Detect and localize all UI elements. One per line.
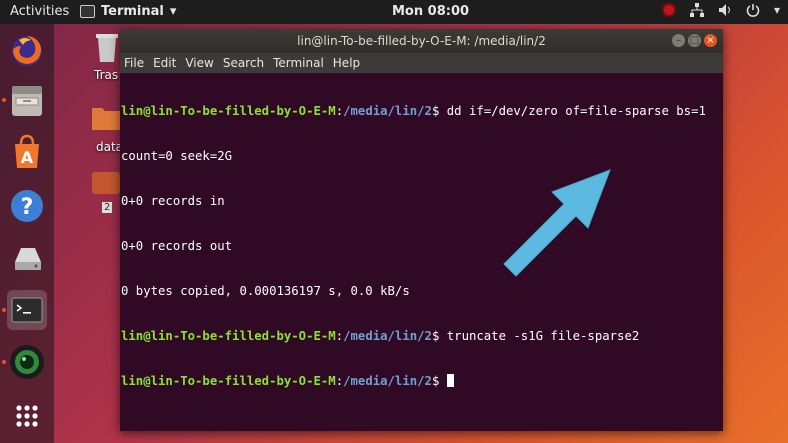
prompt-user: lin@lin-To-be-filled-by-O-E-M [121, 329, 336, 343]
system-tray[interactable]: ▾ [661, 3, 780, 17]
terminal-mini-icon [80, 5, 95, 18]
svg-text:A: A [21, 148, 34, 167]
terminal-line: 0+0 records out [121, 239, 721, 254]
running-indicator [2, 308, 6, 312]
chevron-down-icon: ▾ [169, 4, 177, 19]
command-text: dd if=/dev/zero of=file-sparse bs=1 [446, 104, 706, 118]
count-badge: 2 [102, 202, 113, 213]
close-button[interactable]: × [704, 34, 717, 47]
output-text: 0 bytes copied, 0.000136197 s, 0.0 kB/s [121, 284, 410, 298]
software-icon[interactable]: A [7, 132, 47, 172]
drive-desktop-icon[interactable]: 2 [90, 168, 122, 213]
command-continuation: count=0 seek=2G [121, 149, 233, 163]
window-title: lin@lin-To-be-filled-by-O-E-M: /media/li… [297, 34, 546, 48]
dock: A ? [0, 24, 54, 443]
prompt-user: lin@lin-To-be-filled-by-O-E-M [121, 104, 336, 118]
data-label: data [96, 140, 124, 154]
running-indicator [2, 98, 6, 102]
terminal-window[interactable]: lin@lin-To-be-filled-by-O-E-M: /media/li… [120, 29, 723, 431]
help-icon[interactable]: ? [7, 186, 47, 226]
prompt-dollar: $ [431, 329, 447, 343]
command-text: truncate -s1G file-sparse2 [446, 329, 640, 343]
maximize-button[interactable]: □ [688, 34, 701, 47]
activities-button[interactable]: Activities [10, 4, 69, 19]
prompt-dollar: $ [431, 104, 447, 118]
prompt-separator: : [335, 329, 344, 343]
volume-icon[interactable] [718, 3, 732, 17]
prompt-path: /media/lin/2 [343, 104, 432, 118]
apps-grid-icon[interactable] [7, 396, 47, 436]
prompt-user: lin@lin-To-be-filled-by-O-E-M [121, 374, 336, 388]
menu-file[interactable]: File [124, 56, 144, 70]
menu-terminal[interactable]: Terminal [273, 56, 324, 70]
top-bar: Activities Terminal ▾ Mon 08:00 ▾ [0, 0, 788, 24]
terminal-line: 0 bytes copied, 0.000136197 s, 0.0 kB/s [121, 284, 721, 299]
output-text: 0+0 records out [121, 239, 233, 253]
terminal-icon[interactable] [2, 290, 47, 330]
trash-label: Tras [94, 68, 119, 82]
trash-desktop-icon[interactable]: Tras [92, 28, 122, 82]
terminal-line: lin@lin-To-be-filled-by-O-E-M:/media/lin… [121, 329, 721, 344]
chevron-down-icon[interactable]: ▾ [774, 3, 780, 17]
minimize-button[interactable]: – [672, 34, 685, 47]
prompt-path: /media/lin/2 [343, 374, 432, 388]
terminal-line: count=0 seek=2G [121, 149, 721, 164]
menu-edit[interactable]: Edit [153, 56, 176, 70]
output-text: 0+0 records in [121, 194, 225, 208]
record-icon[interactable] [661, 3, 676, 17]
prompt-separator: : [335, 104, 344, 118]
prompt-separator: : [335, 374, 344, 388]
prompt-dollar: $ [431, 374, 447, 388]
arrow-icon [503, 169, 611, 277]
svg-text:?: ? [21, 195, 34, 220]
camera-icon[interactable] [2, 342, 47, 382]
app-menu[interactable]: Terminal ▾ [80, 4, 176, 19]
terminal-line: lin@lin-To-be-filled-by-O-E-M:/media/lin… [121, 104, 721, 119]
trash-icon [96, 34, 118, 62]
terminal-line: lin@lin-To-be-filled-by-O-E-M:/media/lin… [121, 374, 721, 389]
menu-search[interactable]: Search [223, 56, 264, 70]
menu-help[interactable]: Help [333, 56, 360, 70]
terminal-line: 0+0 records in [121, 194, 721, 209]
window-titlebar[interactable]: lin@lin-To-be-filled-by-O-E-M: /media/li… [120, 29, 723, 53]
disk-icon [92, 172, 120, 194]
terminal-output[interactable]: lin@lin-To-be-filled-by-O-E-M:/media/lin… [121, 74, 721, 429]
prompt-path: /media/lin/2 [343, 329, 432, 343]
menu-view[interactable]: View [185, 56, 213, 70]
files-icon[interactable] [2, 80, 47, 120]
drive-icon[interactable] [7, 238, 47, 278]
app-menu-label: Terminal [101, 4, 164, 19]
clock[interactable]: Mon 08:00 [392, 4, 469, 19]
running-indicator [2, 360, 6, 364]
data-folder-icon[interactable]: data [90, 102, 123, 154]
network-icon[interactable] [689, 3, 704, 17]
folder-icon [92, 108, 120, 130]
menu-bar: File Edit View Search Terminal Help [120, 53, 723, 73]
firefox-icon[interactable] [7, 30, 47, 70]
text-cursor [446, 374, 454, 387]
power-icon[interactable] [746, 3, 760, 17]
